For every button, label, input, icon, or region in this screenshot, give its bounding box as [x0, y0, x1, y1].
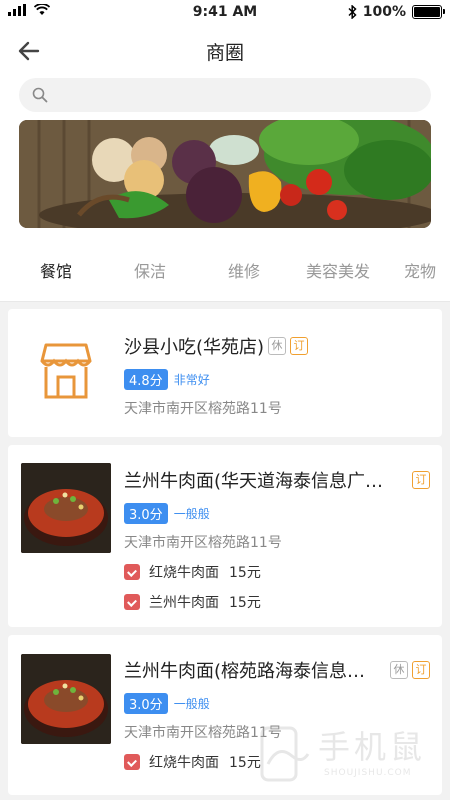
- noodle-bowl-image: [21, 654, 111, 744]
- tab-repair[interactable]: 维修: [206, 258, 282, 301]
- tab-label: 美容美发: [305, 262, 370, 281]
- tab-label: 维修: [227, 262, 260, 281]
- dish-item[interactable]: 兰州牛肉面 15元: [124, 592, 430, 612]
- shop-list: 沙县小吃(华苑店) 休 订 4.8分 非常好 天津市南开区榕苑路11号 兰州牛肉…: [0, 302, 450, 795]
- title-row: 兰州牛肉面(华天道海泰信息广… 订: [124, 467, 430, 493]
- shop-card[interactable]: 兰州牛肉面(榕苑路海泰信息… 休 订 3.0分 一般般 天津市南开区榕苑路11号…: [8, 635, 442, 795]
- shop-address: 天津市南开区榕苑路11号: [124, 401, 282, 417]
- tab-cleaning[interactable]: 保洁: [112, 258, 188, 301]
- title-row: 沙县小吃(华苑店) 休 订: [124, 333, 430, 359]
- shop-thumbnail: [21, 463, 111, 553]
- dish-price: 15元: [229, 755, 261, 771]
- header-area: 9:41 AM 100% 商圈 餐馆 保洁 维修 美容美发 宠物: [0, 0, 450, 302]
- tab-label: 餐馆: [39, 262, 72, 281]
- shop-info: 沙县小吃(华苑店) 休 订 4.8分 非常好 天津市南开区榕苑路11号: [124, 333, 430, 418]
- rating-score: 3.0分: [124, 503, 168, 524]
- nav-bar: 商圈: [0, 26, 450, 76]
- rating-label: 非常好: [173, 373, 210, 387]
- dish-price: 15元: [229, 565, 261, 581]
- rest-tag: 休: [390, 661, 408, 679]
- status-bar: 9:41 AM 100%: [0, 0, 450, 26]
- dish-icon: [124, 754, 140, 770]
- dish-name: 红烧牛肉面: [149, 755, 219, 771]
- search-input[interactable]: [19, 78, 431, 112]
- category-tabs: 餐馆 保洁 维修 美容美发 宠物: [0, 228, 450, 302]
- banner-image[interactable]: [19, 120, 431, 228]
- search-icon: [32, 87, 48, 103]
- dish-icon: [124, 594, 140, 610]
- rating-row: 4.8分 非常好: [124, 369, 430, 390]
- store-icon: [40, 343, 92, 399]
- shop-address: 天津市南开区榕苑路11号: [124, 535, 282, 551]
- shop-name: 兰州牛肉面(榕苑路海泰信息…: [124, 661, 366, 682]
- rating-row: 3.0分 一般般: [124, 503, 430, 524]
- search-bar[interactable]: [19, 78, 431, 112]
- tab-pets[interactable]: 宠物: [390, 258, 450, 301]
- title-row: 兰州牛肉面(榕苑路海泰信息… 休 订: [124, 657, 430, 683]
- status-right: 100%: [348, 4, 445, 20]
- rest-tag: 休: [268, 337, 287, 355]
- dish-name: 兰州牛肉面: [149, 595, 219, 611]
- page-title: 商圈: [205, 42, 244, 64]
- shop-address: 天津市南开区榕苑路11号: [124, 725, 282, 741]
- tab-beauty[interactable]: 美容美发: [300, 258, 376, 301]
- tab-label: 保洁: [133, 262, 166, 281]
- noodle-bowl-image: [21, 463, 111, 553]
- dish-icon: [124, 564, 140, 580]
- battery-percent: 100%: [362, 4, 406, 20]
- shop-thumbnail: [21, 654, 111, 744]
- rating-score: 4.8分: [124, 369, 168, 390]
- rating-label: 一般般: [173, 507, 210, 521]
- tab-restaurant[interactable]: 餐馆: [18, 258, 94, 301]
- rating-label: 一般般: [173, 697, 210, 711]
- battery-icon: [412, 5, 445, 19]
- book-tag: 订: [412, 661, 430, 679]
- dish-name: 红烧牛肉面: [149, 565, 219, 581]
- shop-info: 兰州牛肉面(华天道海泰信息广… 订 3.0分 一般般 天津市南开区榕苑路11号 …: [124, 467, 430, 612]
- shop-card[interactable]: 沙县小吃(华苑店) 休 订 4.8分 非常好 天津市南开区榕苑路11号: [8, 309, 442, 437]
- shop-name: 沙县小吃(华苑店): [124, 337, 265, 358]
- shop-name: 兰州牛肉面(华天道海泰信息广…: [124, 471, 384, 492]
- book-tag: 订: [412, 471, 430, 489]
- shop-info: 兰州牛肉面(榕苑路海泰信息… 休 订 3.0分 一般般 天津市南开区榕苑路11号…: [124, 657, 430, 772]
- rating-score: 3.0分: [124, 693, 168, 714]
- vegetables-illustration: [19, 120, 431, 228]
- book-tag: 订: [290, 337, 309, 355]
- shop-card[interactable]: 兰州牛肉面(华天道海泰信息广… 订 3.0分 一般般 天津市南开区榕苑路11号 …: [8, 445, 442, 627]
- dish-item[interactable]: 红烧牛肉面 15元: [124, 752, 430, 772]
- tab-label: 宠物: [403, 262, 436, 281]
- bluetooth-icon: [348, 5, 357, 19]
- rating-row: 3.0分 一般般: [124, 693, 430, 714]
- dish-item[interactable]: 红烧牛肉面 15元: [124, 562, 430, 582]
- dish-price: 15元: [229, 595, 261, 611]
